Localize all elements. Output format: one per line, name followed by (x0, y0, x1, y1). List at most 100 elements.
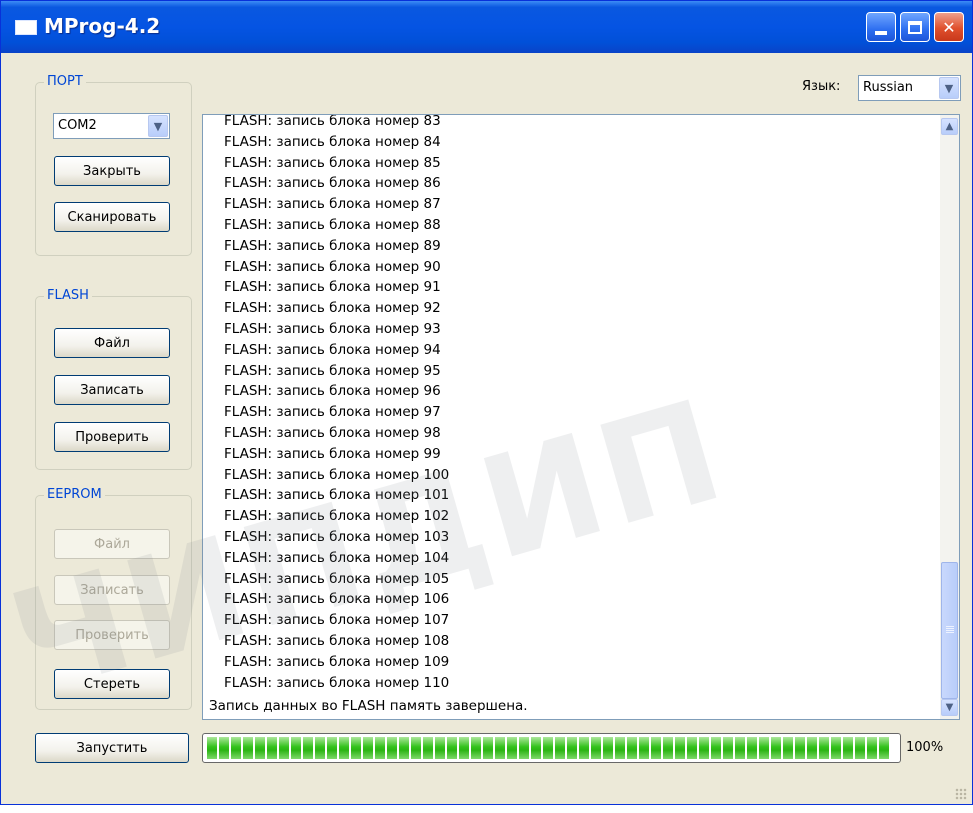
close-window-button[interactable]: ✕ (934, 12, 964, 42)
progress-segment (615, 737, 625, 759)
progress-segment (255, 737, 265, 759)
minimize-button[interactable] (866, 12, 896, 42)
resize-grip-icon[interactable] (955, 788, 967, 800)
thumb-grip-icon (946, 626, 954, 634)
progress-segment (723, 737, 733, 759)
log-line: FLASH: запись блока номер 96 (224, 383, 441, 400)
progress-segment (411, 737, 421, 759)
progress-segment (459, 737, 469, 759)
log-output[interactable]: FLASH: запись блока номер 83 FLASH: запис… (202, 114, 960, 720)
progress-segment (363, 737, 373, 759)
title-bar[interactable]: MProg-4.2 ✕ (1, 1, 972, 53)
port-close-button[interactable]: Закрыть (54, 156, 170, 186)
language-label: Язык: (802, 79, 841, 94)
progress-segment (855, 737, 865, 759)
minimize-icon (875, 31, 887, 35)
progress-segment (759, 737, 769, 759)
language-select-value: Russian (863, 80, 914, 95)
flash-verify-button[interactable]: Проверить (54, 422, 170, 452)
progress-segment (447, 737, 457, 759)
progress-bar (202, 733, 901, 763)
log-line: FLASH: запись блока номер 105 (224, 570, 450, 587)
eeprom-verify-button[interactable]: Проверить (54, 620, 170, 650)
progress-segment (519, 737, 529, 759)
log-final-line: Запись данных во FLASH память завершена. (209, 698, 528, 714)
port-group-title: ПОРТ (44, 74, 86, 89)
scroll-up-icon[interactable]: ▲ (941, 118, 958, 135)
eeprom-group-title: EEPROM (44, 487, 105, 502)
log-line: FLASH: запись блока номер 84 (224, 133, 441, 150)
progress-segment (387, 737, 397, 759)
progress-segment (315, 737, 325, 759)
scan-button[interactable]: Сканировать (54, 202, 170, 232)
progress-segment (663, 737, 673, 759)
flash-write-button[interactable]: Записать (54, 375, 170, 405)
progress-segment (423, 737, 433, 759)
log-scrollbar[interactable]: ▲ ▼ (940, 115, 959, 719)
progress-segment (627, 737, 637, 759)
eeprom-write-button[interactable]: Записать (54, 575, 170, 605)
dropdown-arrow-icon[interactable]: ▼ (148, 115, 168, 137)
progress-segment (339, 737, 349, 759)
log-line: FLASH: запись блока номер 97 (224, 404, 441, 421)
close-icon: ✕ (942, 17, 956, 37)
progress-segment (699, 737, 709, 759)
dropdown-arrow-icon[interactable]: ▼ (939, 77, 959, 99)
log-line: FLASH: запись блока номер 110 (224, 674, 450, 691)
progress-segment (747, 737, 757, 759)
app-window: MProg-4.2 ✕ ПОРТ COM2 ▼ Закрыть Сканиров… (0, 0, 973, 805)
progress-segment (495, 737, 505, 759)
progress-segment (555, 737, 565, 759)
progress-segment (483, 737, 493, 759)
eeprom-file-button[interactable]: Файл (54, 529, 170, 559)
log-line: FLASH: запись блока номер 85 (224, 154, 441, 171)
progress-segment (651, 737, 661, 759)
scroll-down-icon[interactable]: ▼ (941, 699, 958, 716)
language-select[interactable]: Russian ▼ (858, 75, 961, 101)
flash-file-button[interactable]: Файл (54, 328, 170, 358)
progress-segment (867, 737, 877, 759)
progress-segment (807, 737, 817, 759)
log-line: FLASH: запись блока номер 109 (224, 653, 450, 670)
progress-percent: 100% (906, 740, 944, 755)
progress-segment (531, 737, 541, 759)
port-select-value: COM2 (58, 118, 97, 133)
log-line: FLASH: запись блока номер 92 (224, 300, 441, 317)
window-title: MProg-4.2 (44, 14, 161, 38)
log-line: FLASH: запись блока номер 83 (224, 114, 441, 129)
log-line: FLASH: запись блока номер 99 (224, 445, 441, 462)
log-line: FLASH: запись блока номер 103 (224, 529, 450, 545)
progress-segment (567, 737, 577, 759)
progress-segment (711, 737, 721, 759)
log-line: FLASH: запись блока номер 100 (224, 466, 450, 483)
progress-segment (375, 737, 385, 759)
log-line: FLASH: запись блока номер 107 (224, 612, 450, 629)
log-line: FLASH: запись блока номер 98 (224, 425, 441, 441)
flash-group-title: FLASH (44, 288, 92, 303)
log-line: FLASH: запись блока номер 95 (224, 362, 441, 379)
progress-segment (603, 737, 613, 759)
progress-segment (507, 737, 517, 759)
maximize-button[interactable] (900, 12, 930, 42)
progress-segment (879, 737, 889, 759)
progress-segment (399, 737, 409, 759)
log-line: FLASH: запись блока номер 104 (224, 549, 450, 566)
eeprom-erase-button[interactable]: Стереть (54, 669, 170, 699)
port-select[interactable]: COM2 ▼ (53, 113, 170, 139)
progress-segment (543, 737, 553, 759)
log-line: FLASH: запись блока номер 87 (224, 196, 441, 213)
progress-segment (351, 737, 361, 759)
log-line: FLASH: запись блока номер 91 (224, 279, 441, 296)
log-line: FLASH: запись блока номер 90 (224, 258, 441, 275)
run-button[interactable]: Запустить (35, 733, 189, 763)
progress-segment (771, 737, 781, 759)
log-line: FLASH: запись блока номер 94 (224, 341, 441, 358)
log-line: FLASH: запись блока номер 101 (224, 487, 450, 504)
log-line: FLASH: запись блока номер 86 (224, 175, 441, 192)
scroll-thumb[interactable] (941, 562, 958, 699)
log-line: FLASH: запись блока номер 93 (224, 321, 441, 337)
log-line: FLASH: запись блока номер 108 (224, 633, 450, 649)
log-line: FLASH: запись блока номер 106 (224, 591, 450, 608)
progress-segment (327, 737, 337, 759)
progress-segment (243, 737, 253, 759)
